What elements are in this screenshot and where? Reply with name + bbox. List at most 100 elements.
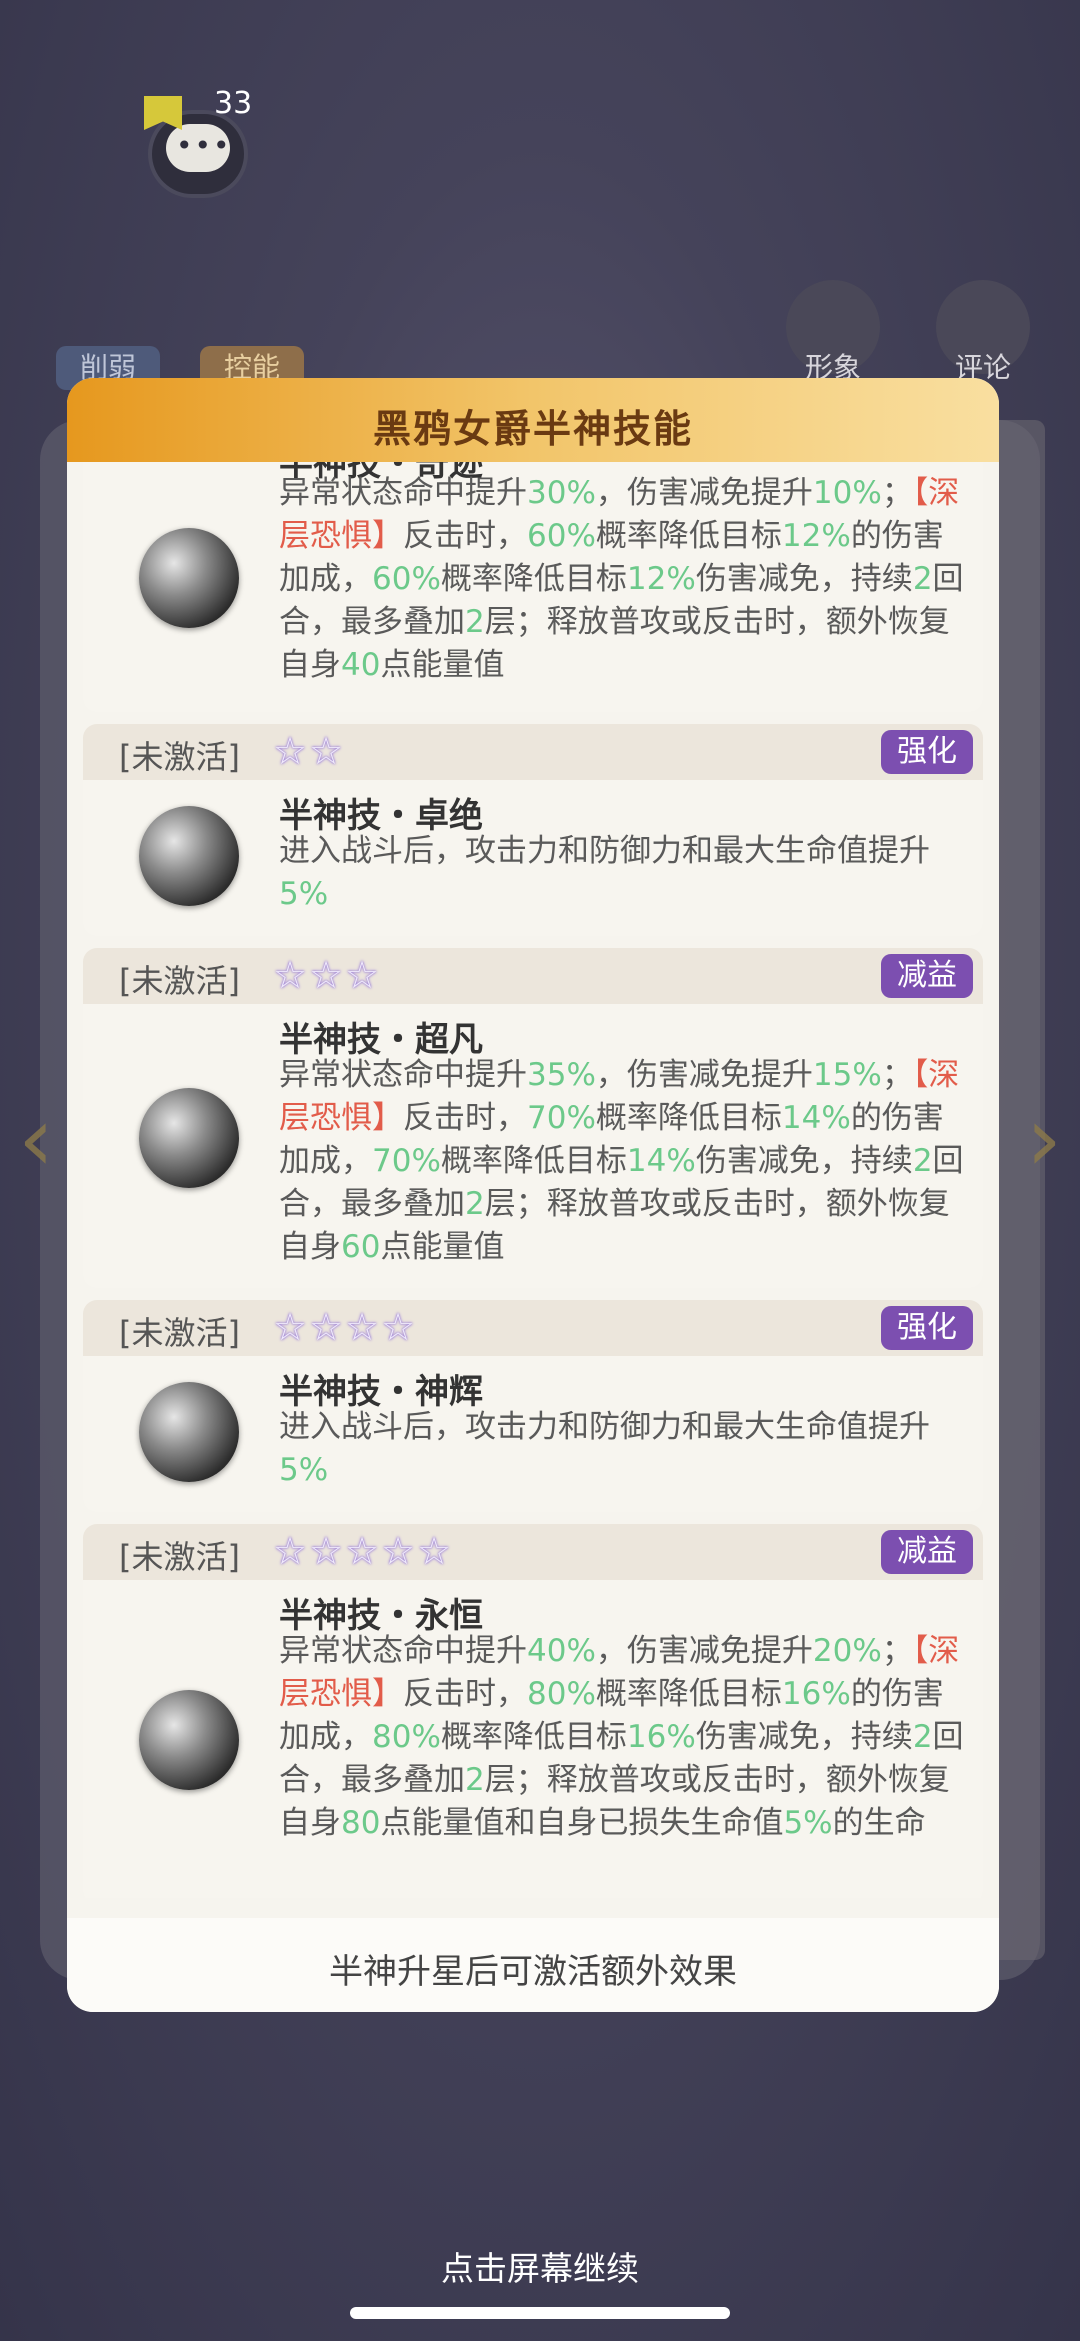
desc-segment: 概率降低目标 (440, 561, 627, 597)
desc-segment: 80% (527, 1676, 596, 1712)
type-badge: 强化 (881, 1306, 973, 1350)
star-rating: ☆ ☆ ☆ ☆ (273, 1306, 417, 1348)
star-icon: ☆ (381, 1529, 416, 1573)
star-icon: ☆ (273, 729, 308, 773)
star-icon: ☆ (381, 1305, 416, 1349)
home-indicator[interactable] (350, 2307, 730, 2319)
desc-segment: 60% (527, 518, 596, 554)
star-icon: ☆ (273, 1529, 308, 1573)
desc-segment: ，伤害减免提升 (595, 1057, 813, 1093)
desc-segment: 概率降低目标 (440, 1143, 627, 1179)
desc-segment: 点能量值 (380, 1229, 505, 1265)
desc-segment: 2 (912, 1143, 933, 1179)
star-icon: ☆ (309, 1529, 344, 1573)
desc-segment: 概率降低目标 (440, 1719, 627, 1755)
desc-segment: 60% (372, 561, 441, 597)
star-rating: ☆ ☆ (273, 730, 345, 772)
desc-segment: 40% (527, 1633, 596, 1669)
star-icon: ☆ (345, 1305, 380, 1349)
form-button[interactable]: 形象 (786, 280, 880, 384)
status-label: [未激活] (119, 1538, 240, 1576)
desc-segment: 5% (783, 1805, 833, 1841)
star-rating: ☆ ☆ ☆ ☆ ☆ (273, 1530, 453, 1572)
status-label: [未激活] (119, 738, 240, 776)
desc-segment: 16% (781, 1676, 851, 1712)
desc-segment: 进入战斗后，攻击力和防御力和最大生命值提升 (279, 1409, 930, 1445)
desc-segment: 伤害减免，持续 (695, 1143, 913, 1179)
comment-button[interactable]: 评论 (936, 280, 1030, 384)
status-label: [未激活] (119, 962, 240, 1000)
desc-segment: ，伤害减免提升 (595, 475, 813, 511)
type-badge: 减益 (881, 1530, 973, 1574)
desc-segment: 2 (465, 604, 485, 640)
desc-segment: 2 (912, 1719, 933, 1755)
skill-card-header: [未激活] ☆ ☆ ☆ 减益 (83, 948, 983, 1004)
desc-segment: 30% (527, 475, 596, 511)
desc-segment: 伤害减免，持续 (695, 1719, 913, 1755)
skill-orb-icon (139, 806, 239, 906)
desc-segment: 35% (527, 1057, 596, 1093)
desc-segment: 进入战斗后，攻击力和防御力和最大生命值提升 (279, 833, 930, 869)
prev-arrow-icon[interactable]: ‹ (6, 1080, 66, 1200)
desc-segment: 80 (341, 1805, 381, 1841)
desc-segment: 反击时， (403, 518, 527, 554)
desc-segment: 12% (626, 561, 696, 597)
desc-segment: 10% (812, 475, 882, 511)
skill-description: 异常状态命中提升35%，伤害减免提升15%；【深层恐惧】反击时，70%概率降低目… (279, 1054, 969, 1269)
skill-description: 进入战斗后，攻击力和防御力和最大生命值提升 5% (279, 1406, 969, 1492)
star-rating: ☆ ☆ ☆ (273, 954, 381, 996)
desc-segment: 70% (527, 1100, 596, 1136)
skill-card: [未激活] ☆ ☆ 强化 半神技・卓绝 进入战斗后，攻击力和防御力和最大生命值提升… (83, 724, 983, 936)
desc-segment: 14% (626, 1143, 696, 1179)
skill-description: 进入战斗后，攻击力和防御力和最大生命值提升 5% (279, 830, 969, 916)
chat-dots-icon: ••• (176, 129, 232, 162)
continue-hint[interactable]: 点击屏幕继续 (0, 2242, 1080, 2290)
desc-segment: 16% (626, 1719, 696, 1755)
skill-card: [未激活] ☆ ☆ ☆ ☆ 强化 半神技・神辉 进入战斗后，攻击力和防御力和最大生命值… (83, 1300, 983, 1512)
desc-segment: 60 (341, 1229, 381, 1265)
star-icon: ☆ (273, 953, 308, 997)
skills-list[interactable]: 半神技・奇迹 异常状态命中提升30%，伤害减免提升10%；【深层恐惧】反击时，6… (67, 462, 999, 1898)
star-icon: ☆ (273, 1305, 308, 1349)
skills-dialog: 黑鸦女爵半神技能 半神技・奇迹 异常状态命中提升30%，伤害减免提升10%；【深… (67, 378, 999, 2012)
desc-segment: 14% (781, 1100, 851, 1136)
desc-segment: 概率降低目标 (595, 1676, 782, 1712)
star-icon: ☆ (309, 729, 344, 773)
desc-segment: ，伤害减免提升 (595, 1633, 813, 1669)
desc-segment: 异常状态命中提升 (279, 1633, 527, 1669)
desc-segment: 2 (912, 561, 933, 597)
desc-segment: 15% (812, 1057, 882, 1093)
desc-segment: ； (881, 1633, 913, 1669)
desc-segment: 伤害减免，持续 (695, 561, 913, 597)
skill-orb-icon (139, 528, 239, 628)
skill-card-header: [未激活] ☆ ☆ 强化 (83, 724, 983, 780)
dialog-title: 黑鸦女爵半神技能 (372, 407, 693, 451)
skill-card: 半神技・奇迹 异常状态命中提升30%，伤害减免提升10%；【深层恐惧】反击时，6… (83, 462, 983, 712)
dialog-header: 黑鸦女爵半神技能 (67, 378, 999, 462)
desc-segment: 5% (279, 876, 329, 912)
message-count: 33 (214, 86, 253, 121)
type-badge: 强化 (881, 730, 973, 774)
skill-card-header: [未激活] ☆ ☆ ☆ ☆ ☆ 减益 (83, 1524, 983, 1580)
desc-segment: 概率降低目标 (595, 518, 782, 554)
desc-segment: 点能量值 (380, 647, 505, 683)
skill-orb-icon (139, 1382, 239, 1482)
skill-card: [未激活] ☆ ☆ ☆ 减益 半神技・超凡 异常状态命中提升35%，伤害减免提升15… (83, 948, 983, 1288)
skill-orb-icon (139, 1690, 239, 1790)
star-icon: ☆ (345, 953, 380, 997)
skill-card-header: [未激活] ☆ ☆ ☆ ☆ 强化 (83, 1300, 983, 1356)
desc-segment: 异常状态命中提升 (279, 1057, 527, 1093)
star-icon: ☆ (417, 1529, 452, 1573)
desc-segment: 2 (465, 1762, 485, 1798)
status-label: [未激活] (119, 1314, 240, 1352)
next-arrow-icon[interactable]: › (1014, 1080, 1074, 1200)
desc-segment: 概率降低目标 (595, 1100, 782, 1136)
desc-segment: 反击时， (403, 1100, 527, 1136)
star-icon: ☆ (345, 1529, 380, 1573)
desc-segment: ； (881, 1057, 913, 1093)
star-icon: ☆ (309, 1305, 344, 1349)
desc-segment: ； (881, 475, 913, 511)
skill-description: 异常状态命中提升30%，伤害减免提升10%；【深层恐惧】反击时，60%概率降低目… (279, 472, 969, 687)
dialog-footer: 半神升星后可激活额外效果 (67, 1918, 999, 2012)
desc-segment: 5% (279, 1452, 329, 1488)
